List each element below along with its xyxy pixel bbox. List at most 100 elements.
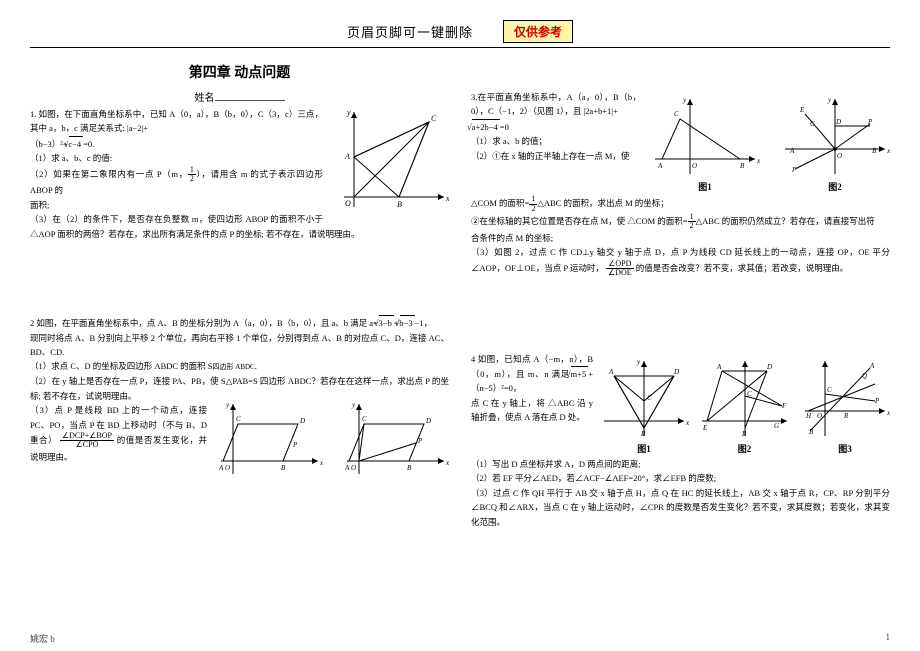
svg-text:Q: Q	[862, 372, 867, 380]
q2-sqrtb: b−3	[400, 315, 415, 330]
svg-text:C: C	[647, 394, 652, 402]
svg-text:G: G	[774, 422, 779, 430]
svg-text:A: A	[344, 464, 350, 472]
svg-text:x: x	[319, 459, 323, 467]
figure-q3-1: x y O A B C 图1	[650, 94, 760, 195]
svg-text:C: C	[747, 390, 752, 398]
q3-sqrt: a+2b−4	[472, 119, 500, 134]
q3-intro: 3.在平面直角坐标系中，A（a，0），B（b，0），C（−1，2）（见图 1），…	[471, 92, 641, 116]
svg-text:A: A	[716, 363, 722, 371]
svg-text:O: O	[817, 412, 822, 420]
footer-left: 姚宏 b	[30, 632, 55, 645]
svg-text:C: C	[362, 415, 367, 423]
chapter-title: 第四章 动点问题	[30, 62, 449, 86]
svg-text:P: P	[874, 397, 880, 405]
svg-text:C: C	[827, 386, 832, 394]
svg-text:O: O	[837, 152, 842, 160]
svg-text:B: B	[872, 147, 877, 155]
q3-p2b: △COM 的面积=	[471, 198, 529, 208]
svg-text:B: B	[281, 464, 286, 472]
figure-q4-2: A D E C F B G 图2	[697, 356, 792, 457]
svg-text:x: x	[685, 419, 689, 427]
q3-p2f: 合条件的点 M 的坐标;	[471, 231, 890, 245]
svg-text:D: D	[766, 363, 772, 371]
q2-p1: （1）求点 C、D 的坐标及四边形 ABDC 的面积 S	[30, 361, 213, 371]
svg-text:D: D	[299, 417, 305, 425]
q2-tail: −1，	[415, 318, 433, 328]
svg-text:x: x	[886, 147, 890, 155]
question-4: x y A D C B 图1	[471, 352, 890, 529]
svg-text:H: H	[805, 412, 812, 420]
fig-label-1: 图1	[650, 180, 760, 195]
name-label: 姓名	[195, 93, 215, 104]
svg-text:D: D	[425, 417, 431, 425]
fig-label-q4-1: 图1	[599, 442, 689, 457]
figure-q1: x y O A B C	[329, 107, 449, 217]
figure-q2a: x y O A B C D P	[213, 399, 323, 479]
svg-text:x: x	[886, 409, 890, 417]
q2-p3b: 的值是否发生变化，并说明理由。	[30, 435, 207, 462]
svg-text:P: P	[417, 437, 423, 445]
svg-text:C: C	[236, 415, 241, 423]
header-rule	[30, 47, 890, 48]
fig-label-2: 图2	[780, 180, 890, 195]
q2-sqrta: 3−b	[379, 315, 394, 330]
q4-sqrt: m+5	[571, 366, 588, 381]
name-field: 姓名	[30, 90, 449, 107]
q2-p1sub: 四边形 ABDC	[213, 363, 255, 371]
q2-intro: 2 如图，在平面直角坐标系中，点 A、B 的坐标分别为 A（a，0），B（b，0…	[30, 318, 378, 328]
svg-text:E: E	[702, 424, 708, 432]
svg-text:P: P	[867, 118, 873, 126]
q4-p3: （3）过点 C 作 QH 平行于 AB 交 x 轴于点 H，点 Q 在 HC 的…	[471, 486, 890, 529]
svg-text:O: O	[345, 199, 351, 208]
svg-text:C: C	[674, 110, 679, 118]
svg-text:E: E	[799, 106, 805, 114]
svg-text:B: B	[397, 200, 402, 209]
svg-text:D: D	[673, 368, 679, 376]
svg-text:y: y	[351, 401, 356, 409]
figure-q2b: x y O A B C D P	[339, 399, 449, 479]
svg-text:x: x	[445, 194, 449, 203]
svg-text:x: x	[445, 459, 449, 467]
svg-text:B: B	[641, 430, 646, 438]
q4-l2: 点 C 在 y 轴上，将 △ABC 沿 y 轴折叠，使点 A 落在点 D 处。	[471, 396, 601, 425]
header-text: 页眉页脚可一键删除	[347, 22, 473, 41]
q3-fd: ∠DOE	[606, 269, 634, 277]
svg-text:y: y	[346, 108, 351, 117]
q3-p2c: △ABC 的面积，求出点 M 的坐标；	[537, 198, 668, 208]
figure-q4-3: A Q C P R H O B x 图3	[800, 356, 890, 457]
svg-text:A: A	[789, 147, 795, 155]
svg-text:B: B	[742, 430, 747, 438]
q4-p1: （1）写出 D 点坐标并求 A，D 两点间的距离;	[471, 457, 890, 471]
question-1: x y O A B C 1. 如图，在下面直角坐标系中，已知 A（0，a），B（…	[30, 107, 449, 241]
q2-fd: ∠CPO	[60, 441, 114, 449]
q4-p2: （2）若 EF 平分∠AED，若∠ACF−∠AEF=20°，求∠EFB 的度数;	[471, 471, 890, 485]
svg-text:B: B	[407, 464, 412, 472]
question-2: 2 如图，在平面直角坐标系中，点 A、B 的坐标分别为 A（a，0），B（b，0…	[30, 315, 449, 479]
q1-eq2: =0.	[83, 139, 94, 149]
svg-text:x: x	[756, 157, 760, 165]
q1-half-d: 2	[188, 175, 196, 183]
footer: 姚宏 b 1	[30, 632, 890, 645]
svg-text:C: C	[810, 120, 815, 128]
q1-sqrt: c−4	[69, 136, 84, 151]
svg-text:D: D	[835, 118, 841, 126]
q1-p2a: （2）如果在第二象限内有一点 P（m，	[30, 168, 188, 178]
fig-label-q4-2: 图2	[697, 442, 792, 457]
svg-text:B: B	[809, 428, 814, 436]
q3-p3b: 的值是否会改变？若不变，求其值；若改变，说明理由。	[636, 263, 849, 273]
figure-q3-2: x y B A D C P E	[780, 94, 890, 195]
svg-text:O: O	[692, 162, 697, 170]
svg-text:O: O	[225, 464, 230, 472]
svg-text:C: C	[431, 114, 437, 123]
q2-l2: 现同时将点 A、B 分别向上平移 2 个单位，再向右平移 1 个单位，分别得到点…	[30, 331, 449, 360]
svg-text:B: B	[740, 162, 745, 170]
svg-text:A: A	[608, 368, 614, 376]
svg-text:A: A	[344, 152, 350, 161]
q1-intro: 1. 如图，在下面直角坐标系中，已知 A（0，a），B（b，0），C（3，c）三…	[30, 109, 323, 133]
svg-text:F: F	[791, 166, 797, 174]
svg-text:O: O	[351, 464, 356, 472]
svg-text:y: y	[225, 401, 230, 409]
q3-eq: =0	[500, 122, 509, 132]
svg-text:A: A	[869, 362, 875, 370]
